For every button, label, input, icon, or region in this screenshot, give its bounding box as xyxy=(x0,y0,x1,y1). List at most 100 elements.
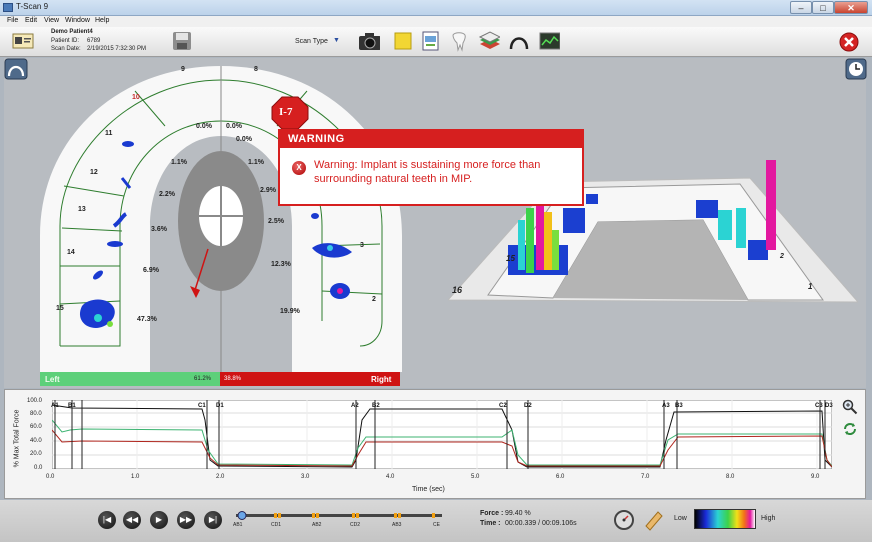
playback-timeline[interactable] xyxy=(234,510,444,522)
menu-window[interactable]: Window xyxy=(65,17,90,24)
close-window-button[interactable]: ✕ xyxy=(834,1,868,14)
warning-dialog[interactable]: WARNING X Warning: Implant is sustaining… xyxy=(278,129,584,206)
x-tick-2: 2.0 xyxy=(216,474,225,480)
pct-right-3: 12.3% xyxy=(271,261,291,268)
patient-card-icon[interactable] xyxy=(12,33,34,49)
tooth-number-13: 13 xyxy=(78,206,86,213)
skip-forward-button[interactable]: ▶| xyxy=(204,511,222,529)
event-A2: A2 xyxy=(351,403,359,409)
x-tick-4: 4.0 xyxy=(386,474,395,480)
save-icon[interactable] xyxy=(171,30,193,52)
menu-edit[interactable]: Edit xyxy=(25,17,37,24)
close-scan-icon[interactable] xyxy=(839,32,859,52)
menu-view[interactable]: View xyxy=(44,17,59,24)
y-tick-60: 60.0 xyxy=(30,424,42,430)
event-D3: D3 xyxy=(825,403,833,409)
graph-y-label: % Max Total Force xyxy=(13,409,21,468)
tooth-number-8: 8 xyxy=(254,66,258,73)
tooth-number-14: 14 xyxy=(67,249,75,256)
refresh-icon[interactable] xyxy=(842,421,858,437)
time-label: Time : xyxy=(480,520,501,527)
event-D2: D2 xyxy=(524,403,532,409)
y-tick-80: 80.0 xyxy=(30,411,42,417)
warning-message: Warning: Implant is sustaining more forc… xyxy=(314,159,541,185)
x-tick-9: 9.0 xyxy=(811,474,820,480)
pct-left-9: 0.0% xyxy=(196,123,212,130)
force-graph[interactable] xyxy=(52,400,832,469)
pct-left-11: 2.2% xyxy=(159,191,175,198)
clock-icon[interactable] xyxy=(845,58,867,80)
scale-high-label: High xyxy=(761,515,776,522)
timeline-label-CE: CE xyxy=(433,522,440,528)
event-A1: A1 xyxy=(51,403,59,409)
error-icon: X xyxy=(292,161,306,175)
tooth-icon[interactable] xyxy=(448,30,470,52)
maximize-button[interactable]: □ xyxy=(812,1,834,14)
graph-icon[interactable] xyxy=(538,30,560,52)
graph-x-label: Time (sec) xyxy=(412,486,445,493)
menu-help[interactable]: Help xyxy=(95,17,109,24)
report-icon[interactable] xyxy=(420,30,442,52)
tooth-number-3: 3 xyxy=(360,242,364,249)
label-3d-16: 16 xyxy=(452,285,463,295)
left-label: Left xyxy=(45,375,60,384)
gauge-icon[interactable] xyxy=(613,509,635,531)
pct-right-7: 0.0% xyxy=(236,136,252,143)
x-tick-6: 6.0 xyxy=(556,474,565,480)
title-bar: T-Scan 9 – □ ✕ xyxy=(0,0,872,16)
scan-type-label[interactable]: Scan Type xyxy=(295,38,328,45)
arch-icon[interactable] xyxy=(508,30,530,52)
x-tick-1: 1.0 xyxy=(131,474,140,480)
zoom-icon[interactable] xyxy=(842,399,858,415)
pct-right-4: 2.5% xyxy=(268,218,284,225)
pct-left-13: 6.9% xyxy=(143,267,159,274)
fast-forward-button[interactable]: ▶▶ xyxy=(177,511,195,529)
y-tick-40: 40.0 xyxy=(30,438,42,444)
label-3d-15: 15 xyxy=(506,254,515,263)
pct-right-2: 19.9% xyxy=(280,308,300,315)
pct-left-14: 47.3% xyxy=(137,316,157,323)
tooth-number-12: 12 xyxy=(90,169,98,176)
warning-title: WARNING xyxy=(280,131,582,148)
right-pct: 38.8% xyxy=(224,376,242,382)
time-value: 00:00.339 / 00:09.106s xyxy=(505,520,577,527)
timeline-label-CD2: CD2 xyxy=(350,522,361,528)
arch-2d-view[interactable] xyxy=(40,66,402,372)
tooth-number-11: 11 xyxy=(105,130,113,137)
pct-right-5: 2.9% xyxy=(260,187,276,194)
tooth-number-15: 15 xyxy=(56,305,64,312)
event-B2: B2 xyxy=(372,403,380,409)
minimize-button[interactable]: – xyxy=(790,1,812,14)
y-tick-100: 100.0 xyxy=(27,398,43,404)
timeline-label-CD1: CD1 xyxy=(271,522,282,528)
event-A3: A3 xyxy=(662,403,670,409)
pct-left-12: 3.6% xyxy=(151,226,167,233)
x-tick-0: 0.0 xyxy=(46,474,55,480)
sticky-note-icon[interactable] xyxy=(392,30,414,52)
event-C2: C2 xyxy=(499,403,507,409)
event-B3: B3 xyxy=(675,403,683,409)
pct-right-8: 0.0% xyxy=(226,123,242,130)
scale-low-label: Low xyxy=(674,515,687,522)
rewind-button[interactable]: ◀◀ xyxy=(123,511,141,529)
window-title: T-Scan 9 xyxy=(16,2,49,11)
y-tick-0: 0.0 xyxy=(34,465,43,471)
play-button[interactable]: ▶ xyxy=(150,511,168,529)
event-C1: C1 xyxy=(198,403,206,409)
chevron-down-icon[interactable]: ▼ xyxy=(333,37,340,44)
left-pct: 61.2% xyxy=(194,376,212,382)
camera-icon[interactable] xyxy=(358,30,380,52)
ruler-icon[interactable] xyxy=(643,509,665,531)
implant-badge-label: I-7 xyxy=(279,106,293,118)
layers-icon[interactable] xyxy=(478,30,500,52)
arch-view-toggle[interactable] xyxy=(4,58,28,80)
patient-id-label: Patient ID: xyxy=(51,38,80,44)
left-balance-bar xyxy=(40,372,220,386)
menu-file[interactable]: File xyxy=(7,17,18,24)
event-C3: C3 xyxy=(815,403,823,409)
x-tick-3: 3.0 xyxy=(301,474,310,480)
scan-date: 2/19/2015 7:32:30 PM xyxy=(87,46,147,52)
skip-back-button[interactable]: |◀ xyxy=(98,511,116,529)
y-tick-20: 20.0 xyxy=(30,451,42,457)
force-label: Force : xyxy=(480,510,504,517)
